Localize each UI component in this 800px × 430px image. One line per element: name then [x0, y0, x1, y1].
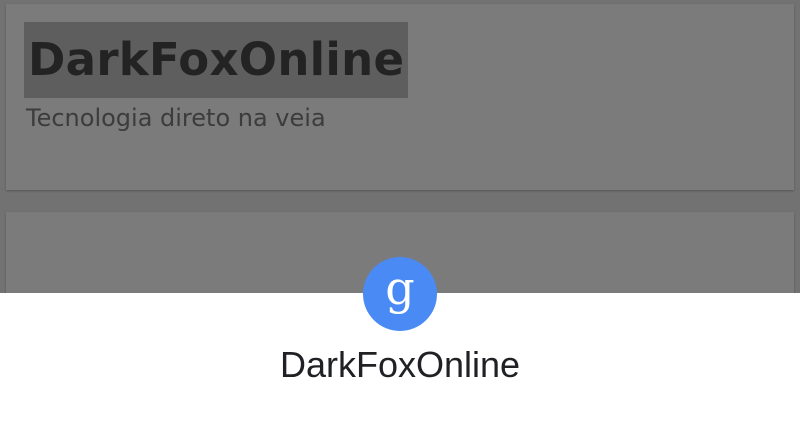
- svg-text:g: g: [385, 261, 414, 315]
- site-title: DarkFoxOnline: [24, 22, 409, 98]
- sheet-title: DarkFoxOnline: [279, 344, 521, 385]
- dimmed-web-page: DarkFoxOnline Tecnologia direto na veia: [0, 0, 800, 302]
- site-tagline: Tecnologia direto na veia: [26, 104, 326, 132]
- google-g-icon: g: [363, 257, 437, 331]
